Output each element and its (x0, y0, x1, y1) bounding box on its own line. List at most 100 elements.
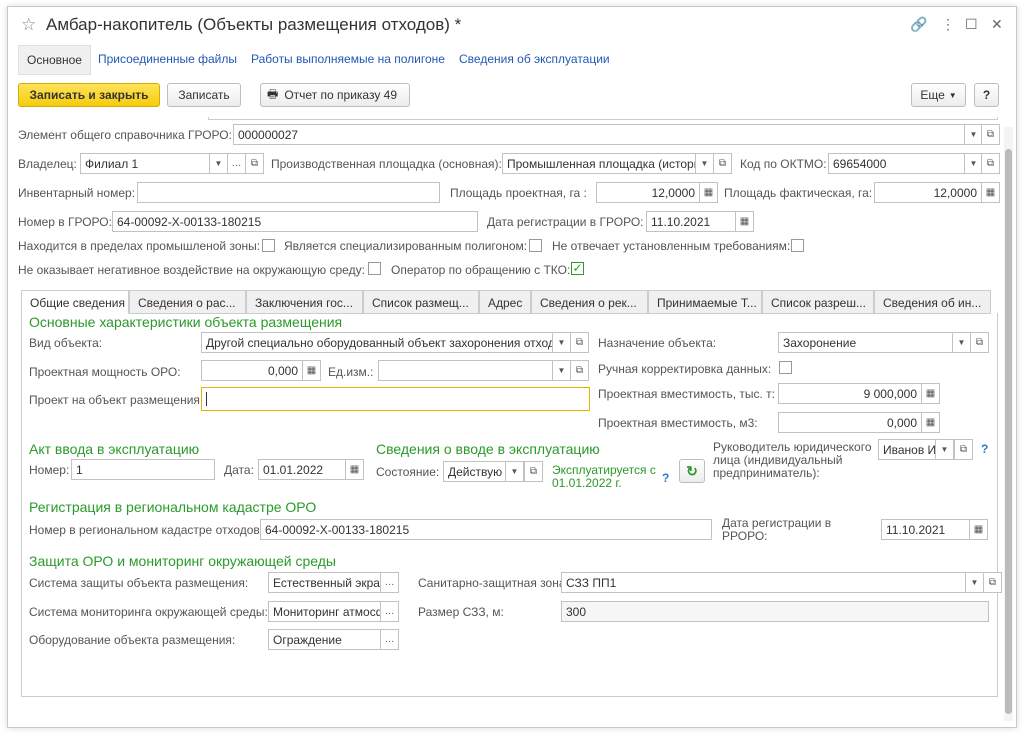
head-open-icon[interactable]: ⧉ (954, 439, 973, 460)
owner-open-icon[interactable]: ⧉ (245, 153, 264, 174)
kad-field[interactable]: 64-00092-Х-00133-180215 (260, 519, 712, 540)
tab-accepted[interactable]: Принимаемые Т... (648, 290, 762, 314)
calculator-icon[interactable]: ▦ (699, 182, 718, 203)
purpose-open-icon[interactable]: ⧉ (970, 332, 989, 353)
neg-label: Не оказывает негативное воздействие на о… (18, 263, 365, 277)
szz-open-icon[interactable]: ⧉ (983, 572, 1002, 593)
date-field[interactable]: 01.01.2022 (258, 459, 346, 480)
unit-dropdown[interactable]: ▼ (552, 360, 571, 381)
special-checkbox[interactable] (529, 239, 542, 252)
mon-select-button[interactable]: … (380, 601, 399, 622)
cap-m3-label: Проектная вместимость, м3: (598, 416, 758, 430)
cap-t-field[interactable]: 9 000,000 (778, 383, 922, 404)
site-open-icon[interactable]: ⧉ (713, 153, 732, 174)
prom-zone-checkbox[interactable] (262, 239, 275, 252)
tab-permits[interactable]: Список разреш... (762, 290, 874, 314)
szz-field[interactable]: СЗЗ ПП1 (561, 572, 966, 593)
refresh-icon[interactable]: ↻ (679, 459, 705, 483)
rroro-field[interactable]: 11.10.2021 (881, 519, 970, 540)
site-dropdown[interactable]: ▼ (695, 153, 714, 174)
ref-label: Элемент общего справочника ГРОРО: (18, 128, 232, 142)
area-proj-label: Площадь проектная, га : (450, 186, 587, 200)
owner-dropdown[interactable]: ▼ (209, 153, 228, 174)
owner-field[interactable]: Филиал 1 (80, 153, 210, 174)
calendar-icon[interactable]: ▦ (969, 519, 988, 540)
unit-open-icon[interactable]: ⧉ (570, 360, 589, 381)
area-proj-field[interactable]: 12,0000 (596, 182, 700, 203)
area-fact-field[interactable]: 12,0000 (874, 182, 982, 203)
mon-field[interactable]: Мониторинг атмосф (268, 601, 381, 622)
groro-field[interactable]: 64-00092-Х-00133-180215 (112, 211, 478, 232)
calculator-icon[interactable]: ▦ (921, 412, 940, 433)
nav-works[interactable]: Работы выполняемые на полигоне (251, 52, 445, 66)
state-text: Эксплуатируется с 01.01.2022 г. (552, 463, 656, 490)
head-field[interactable]: Иванов Ив (878, 439, 936, 460)
oktmo-open-icon[interactable]: ⧉ (981, 153, 1000, 174)
nav-exploitation[interactable]: Сведения об эксплуатации (459, 52, 610, 66)
state-dropdown[interactable]: ▼ (505, 461, 524, 482)
save-button[interactable]: Записать (167, 83, 241, 107)
maximize-icon[interactable]: ☐ (965, 16, 978, 33)
num-field[interactable]: 1 (71, 459, 215, 480)
inv-field[interactable] (137, 182, 440, 203)
prot-select-button[interactable]: … (380, 572, 399, 593)
manual-checkbox[interactable] (779, 361, 792, 374)
owner-select-button[interactable]: … (227, 153, 246, 174)
calculator-icon[interactable]: ▦ (921, 383, 940, 404)
close-icon[interactable]: ✕ (991, 16, 1003, 33)
head-dropdown[interactable]: ▼ (935, 439, 954, 460)
groro-label: Номер в ГРОРО: (18, 215, 112, 229)
tko-checkbox[interactable]: ✓ (571, 262, 584, 275)
tko-label: Оператор по обращению с ТКО: (391, 263, 571, 277)
cap-m3-field[interactable]: 0,000 (778, 412, 922, 433)
save-close-button[interactable]: Записать и закрыть (18, 83, 160, 107)
num-label: Номер: (29, 463, 70, 477)
link-icon[interactable]: 🔗 (910, 16, 927, 33)
more-menu-icon[interactable]: ⋮ (941, 16, 955, 33)
calculator-icon[interactable]: ▦ (302, 360, 321, 381)
inv-label: Инвентарный номер: (18, 186, 136, 200)
prot-field[interactable]: Естественный экра (268, 572, 381, 593)
calendar-icon[interactable]: ▦ (345, 459, 364, 480)
power-field[interactable]: 0,000 (201, 360, 303, 381)
neg-checkbox[interactable] (368, 262, 381, 275)
project-label: Проект на объект размещения: (29, 393, 204, 407)
kind-open-icon[interactable]: ⧉ (570, 332, 589, 353)
project-field[interactable] (201, 387, 590, 411)
site-field[interactable]: Промышленная площадка (истори (502, 153, 696, 174)
oktmo-field[interactable]: 69654000 (828, 153, 965, 174)
help-icon[interactable]: ? (981, 442, 988, 456)
ref-open-icon[interactable]: ⧉ (981, 124, 1000, 145)
nav-files[interactable]: Присоединенные файлы (98, 52, 237, 66)
more-button[interactable]: Еще ▼ (911, 83, 966, 107)
report-button[interactable]: 🖶 Отчет по приказу 49 (260, 83, 410, 107)
state-field[interactable]: Действую (443, 461, 506, 482)
scrollbar-thumb[interactable] (1005, 149, 1012, 714)
kind-field[interactable]: Другой специально оборудованный объект з… (201, 332, 553, 353)
reg-date-field[interactable]: 11.10.2021 (646, 211, 736, 232)
favorite-star-icon[interactable]: ☆ (21, 15, 36, 35)
date-label: Дата: (224, 463, 254, 477)
tab-info[interactable]: Сведения об ин... (874, 290, 991, 314)
unit-field[interactable] (378, 360, 553, 381)
nav-main[interactable]: Основное (18, 45, 91, 75)
tab-distribution[interactable]: Сведения о рас... (129, 290, 246, 314)
equip-field[interactable]: Ограждение (268, 629, 381, 650)
szz-dropdown[interactable]: ▼ (965, 572, 984, 593)
tab-address[interactable]: Адрес (479, 290, 531, 314)
tab-general[interactable]: Общие сведения (21, 290, 129, 314)
purpose-dropdown[interactable]: ▼ (952, 332, 971, 353)
help-icon[interactable]: ? (662, 471, 669, 485)
tab-conclusions[interactable]: Заключения гос... (246, 290, 363, 314)
ref-field[interactable]: 000000027 (233, 124, 965, 145)
tab-recultivation[interactable]: Сведения о рек... (531, 290, 648, 314)
equip-select-button[interactable]: … (380, 629, 399, 650)
calculator-icon[interactable]: ▦ (981, 182, 1000, 203)
help-button[interactable]: ? (974, 83, 999, 107)
tab-placement-list[interactable]: Список размещ... (363, 290, 479, 314)
calendar-icon[interactable]: ▦ (735, 211, 754, 232)
purpose-field[interactable]: Захоронение (778, 332, 953, 353)
req-checkbox[interactable] (791, 239, 804, 252)
state-open-icon[interactable]: ⧉ (524, 461, 543, 482)
kind-dropdown[interactable]: ▼ (552, 332, 571, 353)
